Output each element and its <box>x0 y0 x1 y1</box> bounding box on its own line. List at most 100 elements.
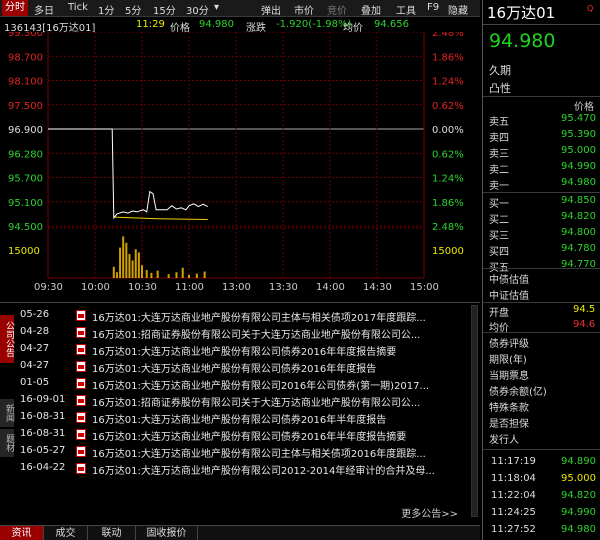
news-title[interactable]: 16万达01:大连万达商业地产股份有限公司主体与相关债项2017年度跟踪... <box>92 309 475 324</box>
volume-bar <box>137 252 140 278</box>
market-price-button[interactable]: 市价 <box>294 2 314 17</box>
y-axis-tick-label: 94.500 <box>8 222 43 233</box>
y-axis-tick-label: 98.700 <box>8 52 43 63</box>
tab-tick[interactable]: Tick <box>68 2 88 13</box>
tab-fixed-income-quotes[interactable]: 固收报价 <box>136 526 198 540</box>
x-axis-tick-label: 14:30 <box>363 282 392 293</box>
tab-trades[interactable]: 成交 <box>44 526 88 540</box>
news-item[interactable]: 05-26 16万达01:大连万达商业地产股份有限公司主体与相关债项2017年度… <box>20 307 475 324</box>
ask2-label: 卖二 <box>489 165 509 176</box>
news-item[interactable]: 04-27 16万达01:大连万达商业地产股份有限公司债券2016年年度报告摘要 <box>20 341 475 358</box>
divider <box>483 96 600 97</box>
pdf-icon <box>76 429 86 440</box>
news-date: 04-28 <box>20 326 50 337</box>
news-title[interactable]: 16万达01:大连万达商业地产股份有限公司债券2016年半年度报告 <box>92 411 475 426</box>
tab-15min[interactable]: 15分 <box>153 2 176 17</box>
news-date: 04-27 <box>20 360 50 371</box>
quote-info-line: 136143[16万达01] 11:29 价格 94.980 涨跌 -1.920… <box>0 18 480 34</box>
volume-bar <box>167 274 170 278</box>
volume-bar <box>115 272 118 278</box>
guaranteed-label: 是否担保 <box>489 419 529 430</box>
duration-label: 久期 <box>489 64 511 77</box>
x-axis-tick-label: 11:00 <box>175 282 204 293</box>
term-years-label: 期限(年) <box>489 355 527 366</box>
outstanding-balance-label: 债券余额(亿) <box>489 387 547 398</box>
news-title[interactable]: 16万达01:招商证券股份有限公司关于大连万达商业地产股份有限公司公... <box>92 394 475 409</box>
tick-price: 95.000 <box>561 473 596 484</box>
news-title[interactable]: 16万达01:招商证券股份有限公司关于大连万达商业地产股份有限公司公... <box>92 326 475 341</box>
side-tab-announcements[interactable]: 公司公告 <box>0 315 14 363</box>
tab-info[interactable]: 资讯 <box>0 526 44 540</box>
pdf-icon <box>76 395 86 406</box>
ask4-label: 卖四 <box>489 133 509 144</box>
csi-valuation-label: 中证估值 <box>489 291 529 302</box>
news-title[interactable]: 16万达01:大连万达商业地产股份有限公司主体与相关债项2016年度跟踪... <box>92 445 475 460</box>
volume-bar <box>195 273 198 278</box>
news-date: 16-08-31 <box>20 411 66 422</box>
x-axis-tick-label: 13:00 <box>222 282 251 293</box>
tick-time: 11:17:19 <box>491 456 536 467</box>
news-title[interactable]: 16万达01:大连万达商业地产股份有限公司债券2016年年度报告 <box>92 360 475 375</box>
tab-multi-day[interactable]: 多日 <box>34 2 54 17</box>
ask1-label: 卖一 <box>489 181 509 192</box>
price-line <box>48 128 209 220</box>
overlay-button[interactable]: 叠加 <box>361 2 381 17</box>
tick-time: 11:18:04 <box>491 473 536 484</box>
bid3-label: 买三 <box>489 231 509 242</box>
y-axis-right-tick-label: 1.24% <box>432 77 464 88</box>
bid3-value: 94.800 <box>561 227 596 238</box>
news-item[interactable]: 16-05-27 16万达01:大连万达商业地产股份有限公司主体与相关债项201… <box>20 443 475 460</box>
tab-30min[interactable]: 30分 <box>186 2 209 17</box>
news-date: 01-05 <box>20 377 50 388</box>
convexity-label: 凸性 <box>489 82 511 95</box>
side-tab-topics[interactable]: 题材 <box>0 429 14 457</box>
volume-bar <box>128 254 131 278</box>
popup-button[interactable]: 弹出 <box>261 2 281 17</box>
pdf-icon <box>76 361 86 372</box>
tools-button[interactable]: 工具 <box>396 2 416 17</box>
volume-bar <box>150 272 153 278</box>
news-item[interactable]: 04-28 16万达01:招商证券股份有限公司关于大连万达商业地产股份有限公司公… <box>20 324 475 341</box>
quote-time: 11:29 <box>136 19 165 30</box>
intraday-chart[interactable]: 99.300 2.48% 98.700 1.86% 98.100 1.24% 97.500 0… <box>0 32 480 296</box>
f9-button[interactable]: F9 <box>427 2 439 13</box>
volume-bar <box>112 266 115 278</box>
news-item[interactable]: 16-08-31 16万达01:大连万达商业地产股份有限公司债券2016年半年度… <box>20 409 475 426</box>
current-coupon-label: 当期票息 <box>489 371 529 382</box>
news-title[interactable]: 16万达01:大连万达商业地产股份有限公司2016年公司债券(第一期)2017.… <box>92 377 475 392</box>
tab-intraday[interactable]: 分时 <box>2 0 28 16</box>
last-price: 94.980 <box>489 30 556 52</box>
tab-5min[interactable]: 5分 <box>125 2 141 17</box>
news-item[interactable]: 16-04-22 16万达01:大连万达商业地产股份有限公司2012-2014年… <box>20 460 475 477</box>
divider <box>483 24 600 25</box>
news-item[interactable]: 16-08-31 16万达01:大连万达商业地产股份有限公司债券2016年半年度… <box>20 426 475 443</box>
y-axis-right-tick-label: 1.24% <box>432 174 464 185</box>
tick-time: 11:27:52 <box>491 524 536 535</box>
news-item[interactable]: 04-27 16万达01:大连万达商业地产股份有限公司债券2016年年度报告 <box>20 358 475 375</box>
news-title[interactable]: 16万达01:大连万达商业地产股份有限公司2012-2014年经审计的合并及母.… <box>92 462 475 477</box>
y-axis-tick-label: 97.500 <box>8 101 43 112</box>
tick-price: 94.990 <box>561 507 596 518</box>
divider <box>483 332 600 333</box>
news-item[interactable]: 16-09-01 16万达01:招商证券股份有限公司关于大连万达商业地产股份有限… <box>20 392 475 409</box>
auction-button[interactable]: 竞价 <box>327 2 347 17</box>
avg-value: 94.6 <box>573 319 596 330</box>
more-announcements-link[interactable]: 更多公告>> <box>401 505 458 520</box>
news-panel: 公司公告 新闻 题材 05-26 16万达01:大连万达商业地产股份有限公司主体… <box>0 302 480 524</box>
divider <box>483 192 600 193</box>
tab-linked[interactable]: 联动 <box>88 526 136 540</box>
news-title[interactable]: 16万达01:大连万达商业地产股份有限公司债券2016年半年度报告摘要 <box>92 428 475 443</box>
period-dropdown-icon[interactable]: ▾ <box>214 2 219 13</box>
hide-button[interactable]: 隐藏 <box>448 2 468 17</box>
volume-bar <box>203 271 206 278</box>
news-title[interactable]: 16万达01:大连万达商业地产股份有限公司债券2016年年度报告摘要 <box>92 343 475 358</box>
news-item[interactable]: 01-05 16万达01:大连万达商业地产股份有限公司2016年公司债券(第一期… <box>20 375 475 392</box>
pdf-icon <box>76 378 86 389</box>
tab-1min[interactable]: 1分 <box>98 2 114 17</box>
side-tab-news[interactable]: 新闻 <box>0 399 14 427</box>
pdf-icon <box>76 463 86 474</box>
y-axis-tick-label: 96.900 <box>8 125 43 136</box>
quote-flag-icon[interactable]: Q <box>587 4 593 13</box>
news-scrollbar[interactable] <box>471 305 478 517</box>
news-date: 16-09-01 <box>20 394 66 405</box>
